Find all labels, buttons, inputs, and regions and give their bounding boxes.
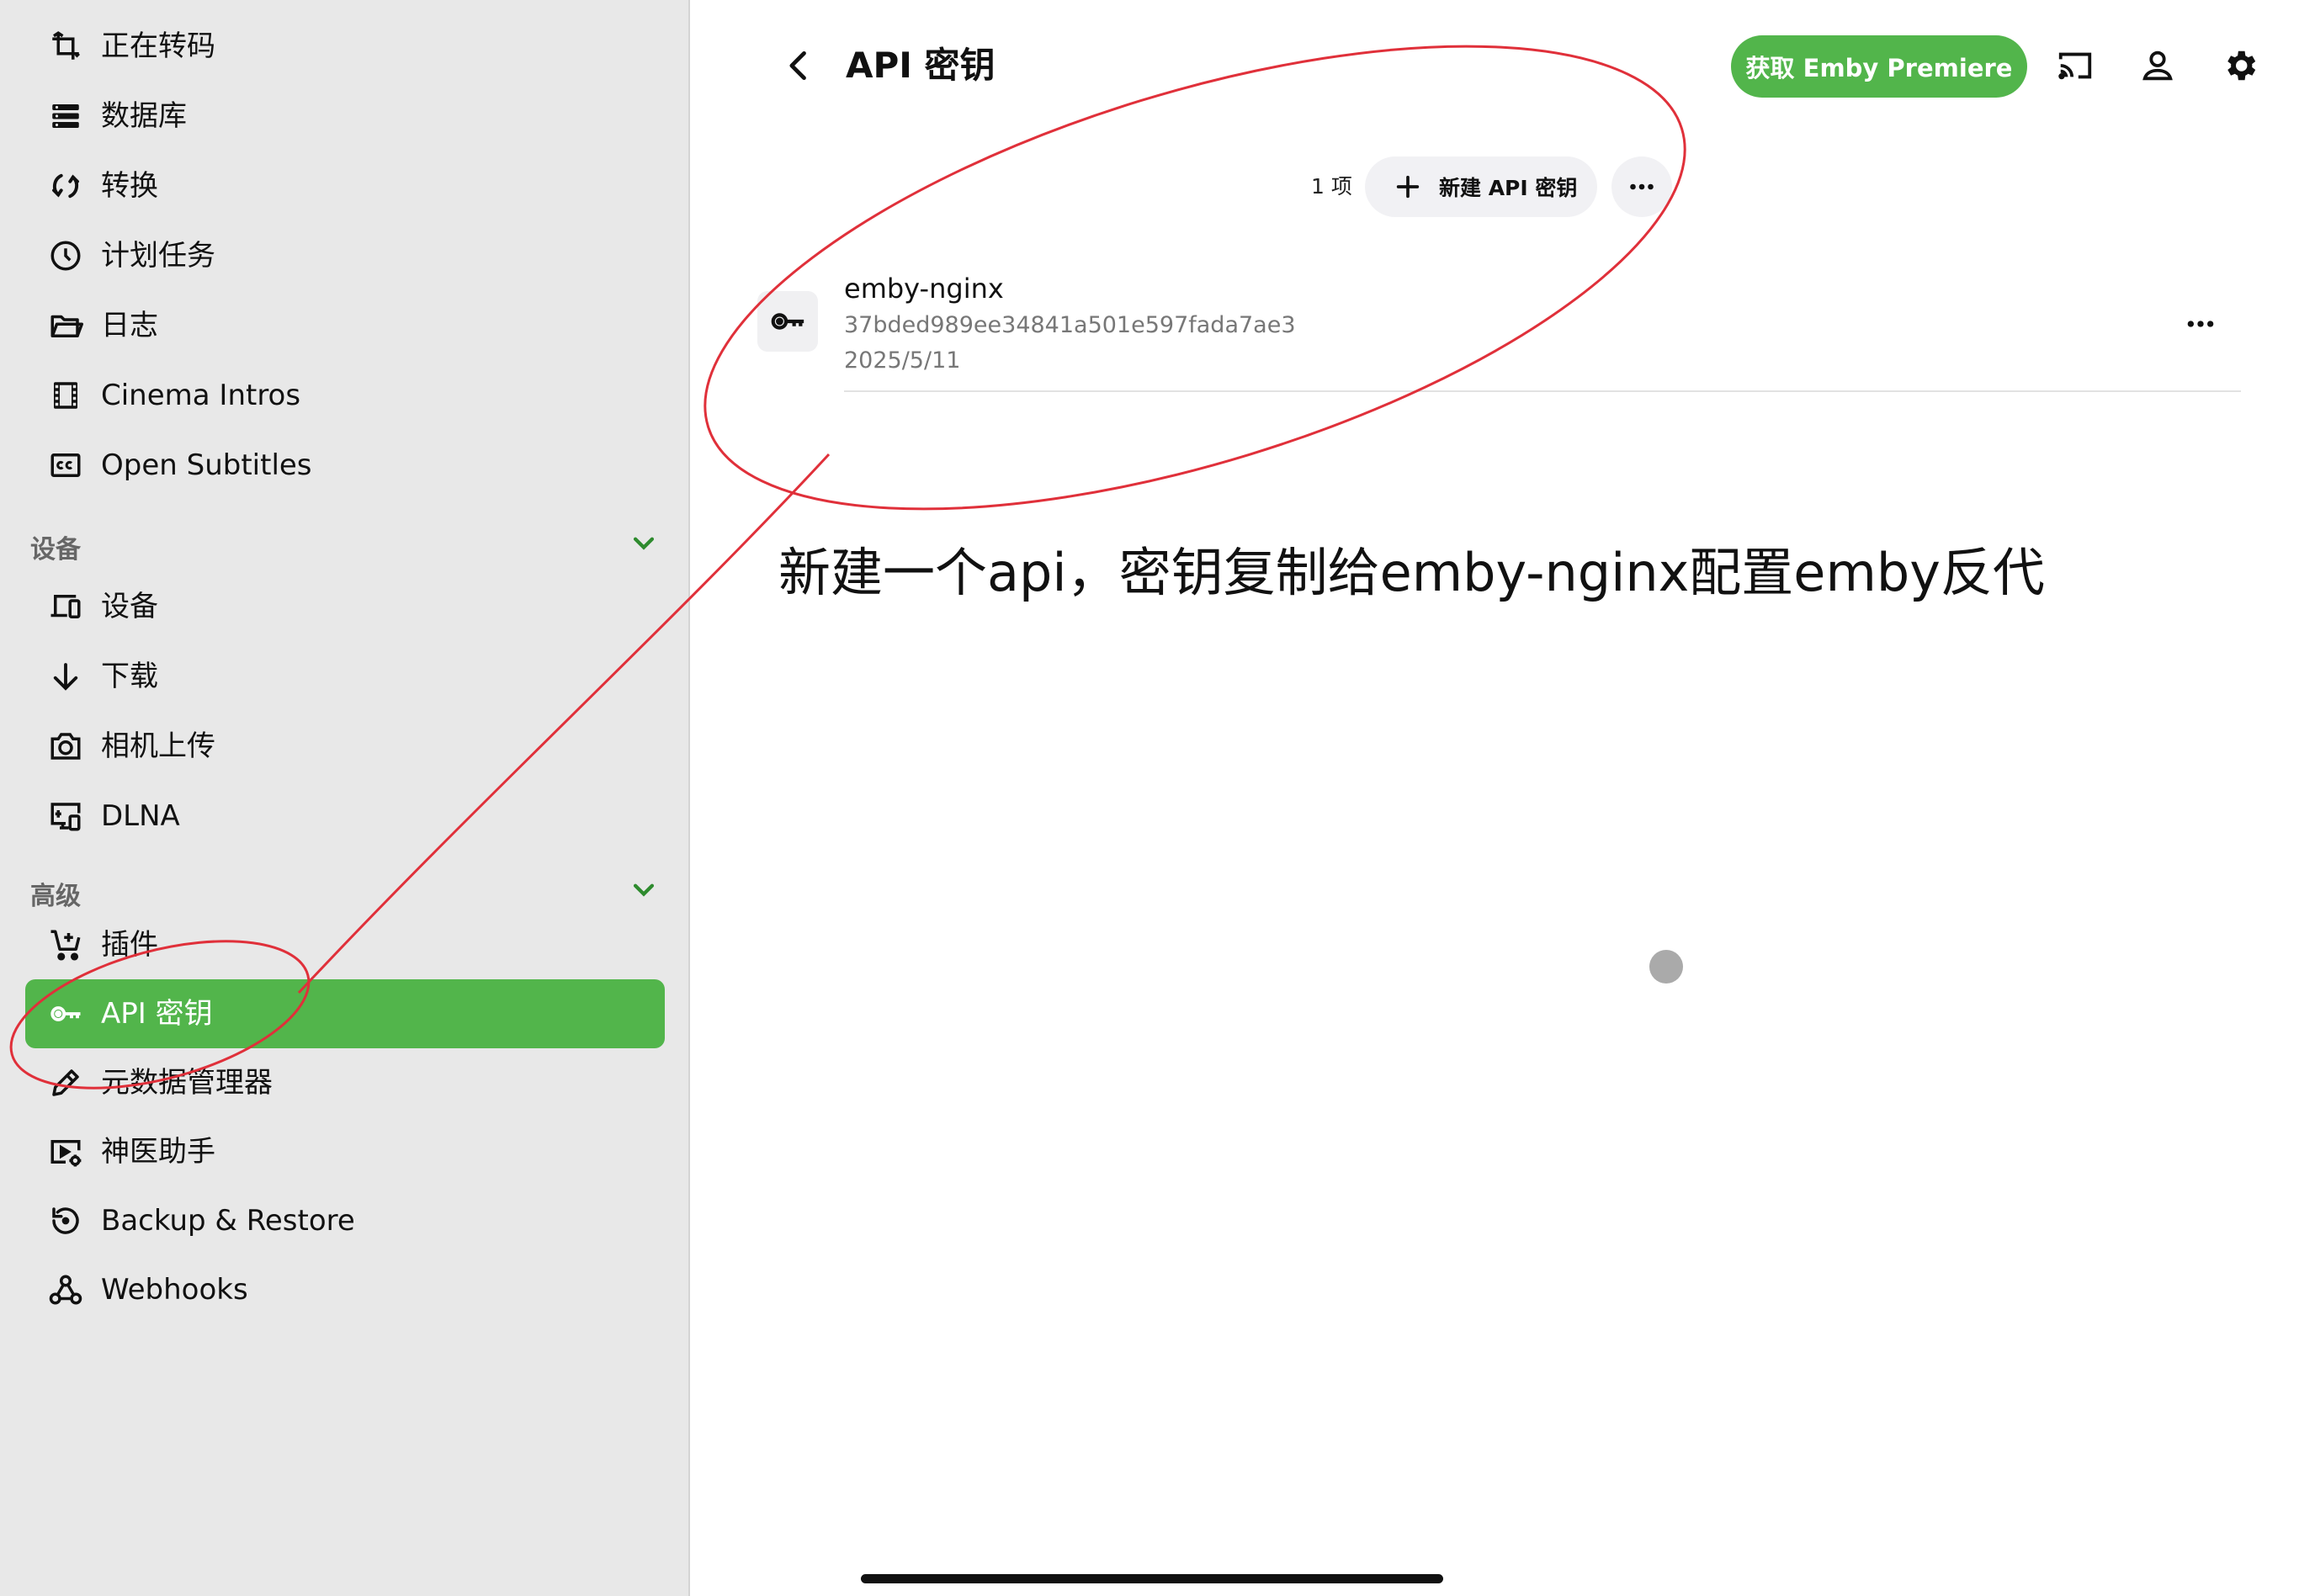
clock-icon bbox=[47, 237, 84, 274]
sidebar-item-database[interactable]: 数据库 bbox=[25, 82, 665, 151]
chevron-down-icon[interactable] bbox=[629, 875, 658, 904]
sidebar-item-downloads[interactable]: 下载 bbox=[25, 642, 665, 711]
api-key-token: 37bded989ee34841a501e597fada7ae3 bbox=[844, 312, 1296, 338]
sidebar-item-label: 下载 bbox=[101, 660, 158, 693]
sidebar-item-dlna[interactable]: DLNA bbox=[25, 782, 665, 851]
sidebar-item-label: DLNA bbox=[101, 799, 180, 833]
section-header-advanced: 高级 bbox=[30, 882, 81, 911]
annotation-text: 新建一个api，密钥复制给emby-nginx配置emby反代 bbox=[778, 542, 2045, 603]
sidebar-item-label: Open Subtitles bbox=[101, 448, 312, 482]
more-horizontal-icon bbox=[2187, 321, 2214, 327]
arrow-down-icon bbox=[47, 658, 84, 695]
dlna-icon bbox=[47, 798, 84, 835]
page-title: API 密钥 bbox=[846, 45, 996, 86]
sidebar-item-backup-restore[interactable]: Backup & Restore bbox=[25, 1186, 665, 1255]
sidebar-item-label: 转换 bbox=[101, 169, 158, 203]
sidebar-item-assistant[interactable]: 神医助手 bbox=[25, 1117, 665, 1186]
sidebar-item-label: 数据库 bbox=[101, 99, 187, 133]
sidebar-item-label: 神医助手 bbox=[101, 1135, 215, 1169]
sidebar-item-label: API 密钥 bbox=[101, 997, 213, 1031]
video-settings-icon bbox=[47, 1133, 84, 1170]
section-header-devices: 设备 bbox=[30, 535, 81, 565]
sidebar-item-scheduled-tasks[interactable]: 计划任务 bbox=[25, 221, 665, 290]
loading-dot bbox=[1649, 950, 1683, 984]
gear-icon bbox=[2227, 50, 2256, 81]
restore-icon bbox=[47, 1202, 84, 1239]
folder-open-icon bbox=[47, 307, 84, 344]
transcode-icon bbox=[47, 28, 84, 65]
sidebar-item-label: Webhooks bbox=[101, 1273, 248, 1307]
api-key-more-button[interactable] bbox=[2180, 303, 2222, 345]
chevron-down-icon[interactable] bbox=[629, 528, 658, 557]
sidebar-item-label: 插件 bbox=[101, 928, 158, 962]
sidebar-item-label: Cinema Intros bbox=[101, 379, 301, 412]
sidebar-item-cinema-intros[interactable]: Cinema Intros bbox=[25, 361, 665, 430]
sidebar-item-label: 正在转码 bbox=[101, 29, 215, 63]
sidebar-item-label: 日志 bbox=[101, 309, 158, 342]
chevron-left-icon bbox=[789, 50, 806, 81]
api-key-row[interactable]: emby-nginx 37bded989ee34841a501e597fada7… bbox=[757, 269, 2238, 392]
item-count: 1 项 bbox=[1311, 174, 1352, 199]
key-icon bbox=[47, 995, 84, 1032]
pencil-icon bbox=[47, 1064, 84, 1101]
sidebar-item-label: 相机上传 bbox=[101, 729, 215, 763]
sidebar-item-label: Backup & Restore bbox=[101, 1204, 355, 1238]
sidebar-item-label: 元数据管理器 bbox=[101, 1066, 273, 1100]
api-key-date: 2025/5/11 bbox=[844, 347, 961, 374]
sidebar-item-metadata-manager[interactable]: 元数据管理器 bbox=[25, 1048, 665, 1117]
more-options-button[interactable] bbox=[1611, 156, 1672, 217]
more-horizontal-icon bbox=[1630, 183, 1654, 190]
row-divider bbox=[844, 390, 2241, 392]
settings-button[interactable] bbox=[2217, 42, 2264, 89]
sidebar-item-label: 设备 bbox=[101, 590, 158, 623]
convert-icon bbox=[47, 167, 84, 204]
sidebar: 正在转码 数据库 转换 计划任务 日志 Cinema Intros Open S… bbox=[0, 0, 690, 1596]
sidebar-item-webhooks[interactable]: Webhooks bbox=[25, 1255, 665, 1324]
user-icon bbox=[2142, 50, 2173, 81]
sidebar-item-transcoding[interactable]: 正在转码 bbox=[25, 12, 665, 81]
new-api-key-label: 新建 API 密钥 bbox=[1439, 176, 1578, 200]
back-button[interactable] bbox=[778, 40, 820, 91]
film-icon bbox=[47, 377, 84, 414]
closed-caption-icon bbox=[47, 447, 84, 484]
new-api-key-button[interactable]: 新建 API 密钥 bbox=[1365, 156, 1597, 217]
sidebar-item-convert[interactable]: 转换 bbox=[25, 151, 665, 220]
sidebar-item-camera-upload[interactable]: 相机上传 bbox=[25, 712, 665, 781]
cart-plus-icon bbox=[47, 926, 84, 963]
sidebar-item-open-subtitles[interactable]: Open Subtitles bbox=[25, 431, 665, 500]
sidebar-item-plugins[interactable]: 插件 bbox=[25, 910, 665, 979]
sidebar-item-label: 计划任务 bbox=[101, 239, 215, 273]
database-icon bbox=[47, 98, 84, 135]
sidebar-item-logs[interactable]: 日志 bbox=[25, 291, 665, 360]
cast-button[interactable] bbox=[2052, 42, 2099, 89]
api-key-name: emby-nginx bbox=[844, 273, 1004, 305]
plus-icon bbox=[1396, 175, 1420, 199]
cast-icon bbox=[2058, 52, 2092, 80]
sidebar-item-devices[interactable]: 设备 bbox=[25, 572, 665, 641]
key-icon bbox=[757, 291, 818, 352]
devices-icon bbox=[47, 588, 84, 625]
sidebar-item-api-keys[interactable]: API 密钥 bbox=[25, 979, 665, 1048]
camera-icon bbox=[47, 728, 84, 765]
home-indicator bbox=[861, 1574, 1443, 1583]
webhooks-icon bbox=[47, 1271, 84, 1308]
get-premiere-button[interactable]: 获取 Emby Premiere bbox=[1731, 35, 2027, 98]
user-button[interactable] bbox=[2134, 42, 2181, 89]
